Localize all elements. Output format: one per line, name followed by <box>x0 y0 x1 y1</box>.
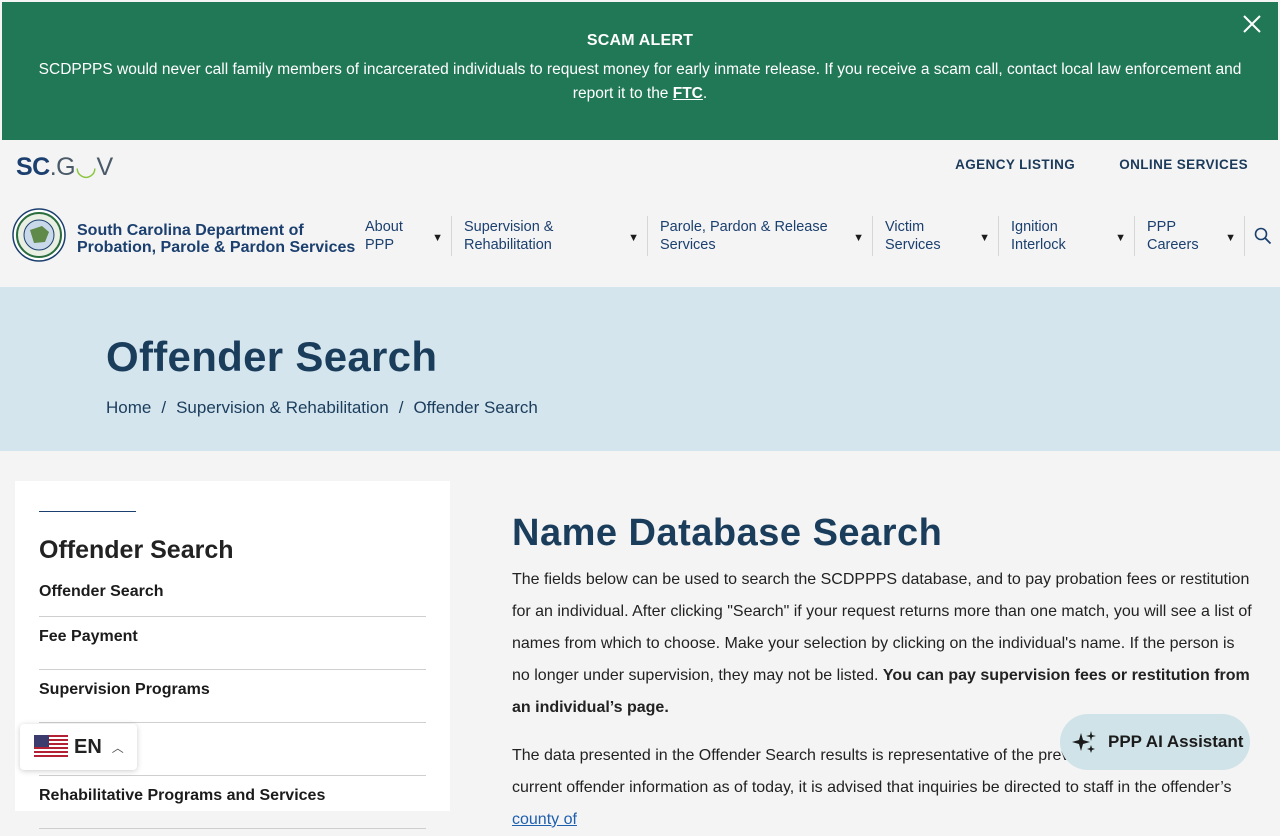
search-button[interactable] <box>1244 216 1280 256</box>
breadcrumb-current: Offender Search <box>413 398 538 417</box>
sidebar-item-offender-search[interactable]: Offender Search <box>39 571 426 617</box>
breadcrumb-home[interactable]: Home <box>106 398 151 418</box>
nav-careers[interactable]: PPP Careers ▼ <box>1134 216 1244 256</box>
nav-about[interactable]: About PPP ▼ <box>353 216 451 256</box>
sidebar-title: Offender Search <box>39 536 234 564</box>
us-flag-icon <box>34 735 68 759</box>
alert-title: SCAM ALERT <box>586 32 694 49</box>
alert-body: SCDPPPS would never call family members … <box>38 61 1242 102</box>
intro-paragraph: The fields below can be used to search t… <box>512 571 1252 716</box>
sidebar-item-rehabilitative-programs[interactable]: Rehabilitative Programs and Services <box>39 776 426 829</box>
caret-down-icon: ▼ <box>1225 232 1236 244</box>
scam-alert-banner: SCAM ALERT SCDPPPS would never call fami… <box>2 2 1278 140</box>
agency-listing-link[interactable]: AGENCY LISTING <box>955 157 1075 172</box>
search-icon <box>1254 227 1271 245</box>
main-nav: About PPP ▼ Supervision & Rehabilitation ▼… <box>353 216 1244 256</box>
county-link[interactable]: county of <box>512 811 577 828</box>
close-icon[interactable] <box>1240 12 1264 36</box>
page-title: Offender Search <box>106 333 438 380</box>
language-selector[interactable]: EN ︿ <box>20 724 137 770</box>
section-title: Name Database Search <box>512 512 943 554</box>
ai-assistant-button[interactable]: PPP AI Assistant <box>1060 714 1250 770</box>
caret-down-icon: ▼ <box>979 232 990 244</box>
sidebar-item-supervision-programs[interactable]: Supervision Programs <box>39 670 426 723</box>
caret-down-icon: ▼ <box>432 232 443 244</box>
sidebar-rule <box>39 511 136 512</box>
nav-parole[interactable]: Parole, Pardon & Release Services ▼ <box>647 216 872 256</box>
sc-gov-logo[interactable]: SC.G◡V <box>16 152 113 182</box>
breadcrumb: Home / Supervision & Rehabilitation / Of… <box>106 398 538 418</box>
ftc-link[interactable]: FTC <box>673 85 703 102</box>
top-links: AGENCY LISTING ONLINE SERVICES <box>955 157 1248 172</box>
ai-assistant-label: PPP AI Assistant <box>1108 732 1244 751</box>
sparkle-icon <box>1072 731 1096 753</box>
agency-name[interactable]: South Carolina Department of Probation, … <box>77 222 355 256</box>
nav-victim[interactable]: Victim Services ▼ <box>872 216 998 256</box>
agency-seal-logo[interactable] <box>12 208 66 262</box>
breadcrumb-supervision[interactable]: Supervision & Rehabilitation <box>176 398 389 418</box>
nav-supervision[interactable]: Supervision & Rehabilitation ▼ <box>451 216 647 256</box>
page-banner: Offender Search Home / Supervision & Reh… <box>0 287 1280 451</box>
caret-down-icon: ▼ <box>1115 232 1126 244</box>
language-code: EN <box>74 735 102 758</box>
chevron-up-icon: ︿ <box>111 740 124 755</box>
nav-ignition[interactable]: Ignition Interlock ▼ <box>998 216 1134 256</box>
caret-down-icon: ▼ <box>628 232 639 244</box>
sidebar-menu: Offender Search Fee Payment Supervision … <box>39 571 426 829</box>
caret-down-icon: ▼ <box>853 232 864 244</box>
online-services-link[interactable]: ONLINE SERVICES <box>1119 157 1248 172</box>
sidebar-item-fee-payment[interactable]: Fee Payment <box>39 617 426 670</box>
